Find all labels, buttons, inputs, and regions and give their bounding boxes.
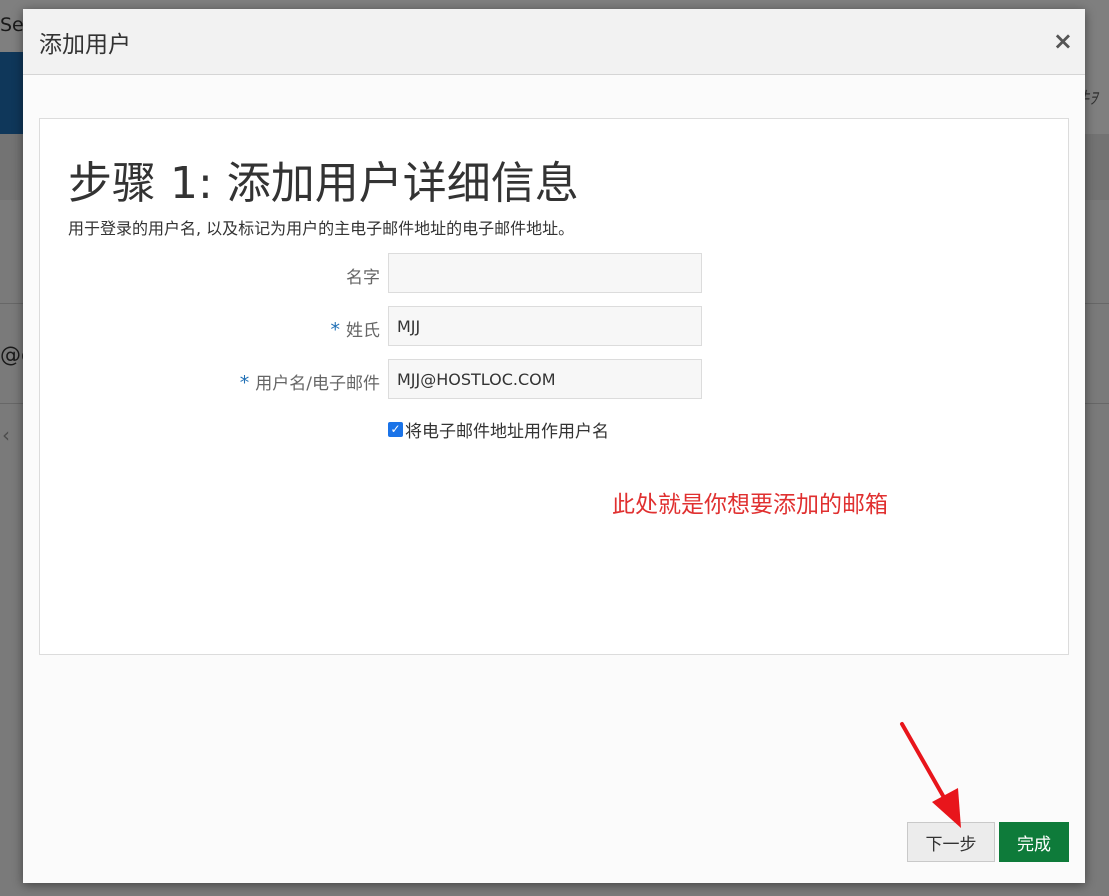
next-step-button[interactable]: 下一步: [907, 822, 995, 862]
dialog-header: 添加用户 ×: [23, 9, 1085, 75]
step-title: 步骤 1: 添加用户详细信息: [68, 158, 579, 209]
first-name-label: 名字: [346, 268, 380, 288]
last-name-label: * 姓氏: [330, 319, 381, 341]
username-email-field[interactable]: [388, 359, 702, 399]
add-user-dialog: 添加用户 × 步骤 1: 添加用户详细信息 用于登录的用户名, 以及标记为用户的…: [23, 9, 1085, 883]
username-label: * 用户名/电子邮件: [239, 372, 380, 394]
use-email-as-username-option[interactable]: ✓ 将电子邮件地址用作用户名: [388, 417, 609, 442]
close-icon[interactable]: ×: [1053, 29, 1073, 53]
annotation-note: 此处就是你想要添加的邮箱: [612, 492, 888, 518]
finish-button[interactable]: 完成: [999, 822, 1069, 862]
dialog-title: 添加用户: [39, 32, 131, 58]
required-marker: *: [330, 319, 341, 341]
step-card: 步骤 1: 添加用户详细信息 用于登录的用户名, 以及标记为用户的主电子邮件地址…: [39, 118, 1069, 655]
last-name-field[interactable]: [388, 306, 702, 346]
required-marker: *: [239, 372, 250, 394]
step-description: 用于登录的用户名, 以及标记为用户的主电子邮件地址的电子邮件地址。: [68, 219, 575, 238]
checkbox-checked-icon[interactable]: ✓: [388, 422, 403, 437]
first-name-field[interactable]: [388, 253, 702, 293]
use-email-as-username-label: 将电子邮件地址用作用户名: [405, 422, 609, 442]
